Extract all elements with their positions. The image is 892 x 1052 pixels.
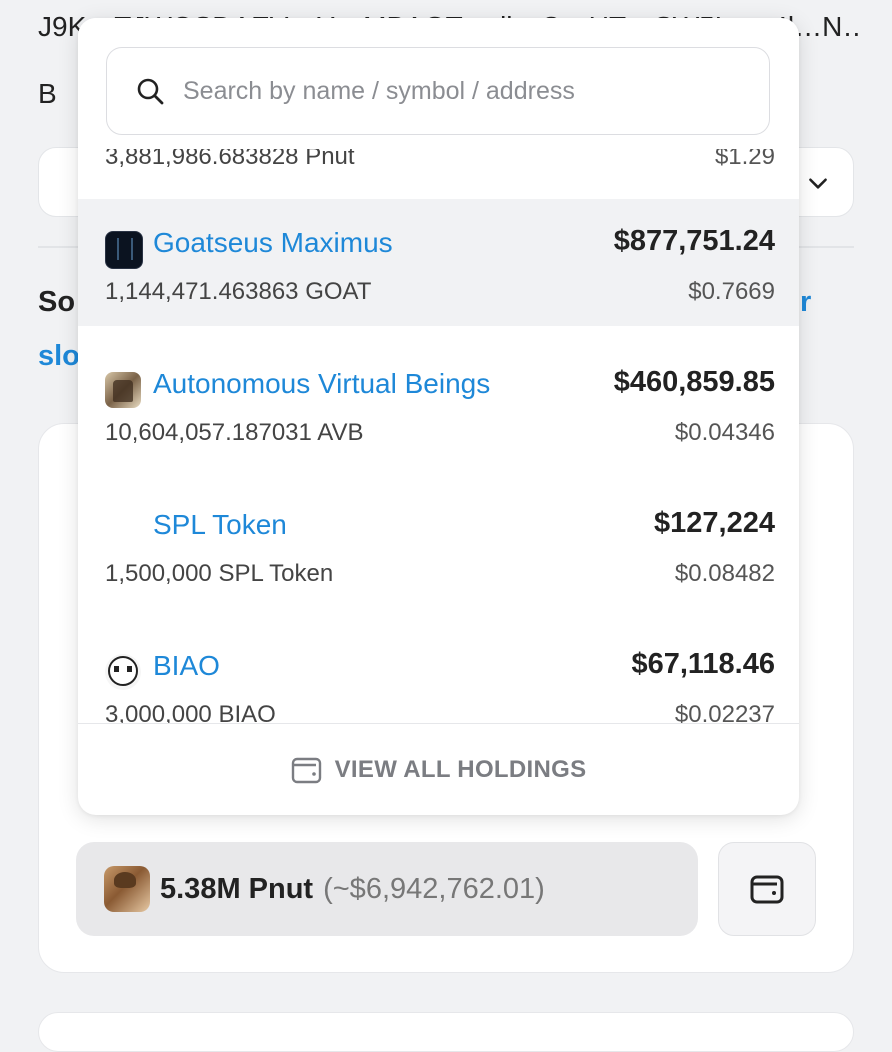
view-all-label: VIEW ALL HOLDINGS [334, 755, 587, 783]
token-value: $127,224 [654, 507, 775, 539]
chevron-down-icon [809, 178, 827, 189]
token-price: $0.08482 [674, 560, 775, 587]
balance-amount: 5.38M Pnut [160, 872, 314, 905]
section-right-link[interactable]: r [800, 286, 811, 319]
biao-logo-icon [105, 654, 141, 690]
token-qty: 3,000,000 BIAO [105, 701, 276, 723]
goat-logo-icon [105, 231, 143, 269]
token-qty: 10,604,057.187031 AVB [105, 419, 364, 446]
token-row-goat[interactable]: Goatseus Maximus $877,751.24 1,144,471.4… [78, 199, 799, 326]
token-select-dropdown: 3,881,986.683828 Pnut $1.29 Goatseus Max… [78, 18, 799, 815]
section-label: So [38, 286, 76, 318]
token-balance-button[interactable]: 5.38M Pnut (~$6,942,762.01) [76, 842, 698, 936]
search-icon [137, 78, 164, 105]
token-price: $0.02237 [674, 701, 775, 723]
search-input[interactable] [181, 75, 769, 107]
avb-logo-icon [105, 372, 141, 408]
token-name[interactable]: Goatseus Maximus [153, 227, 393, 259]
balance-usd-value: (~$6,942,762.01) [323, 872, 545, 905]
wallet-icon [750, 875, 784, 904]
token-value: $460,859.85 [613, 366, 775, 398]
token-name[interactable]: BIAO [153, 650, 220, 682]
section-link[interactable]: slo [38, 340, 80, 373]
token-row-spl[interactable]: SPL Token $127,224 1,500,000 SPL Token $… [78, 481, 799, 608]
view-all-holdings-button[interactable]: VIEW ALL HOLDINGS [78, 724, 799, 815]
token-name[interactable]: SPL Token [153, 509, 287, 541]
next-card [38, 1012, 854, 1052]
wallet-button[interactable] [718, 842, 816, 936]
token-qty: 1,500,000 SPL Token [105, 560, 334, 587]
pnut-token-icon [104, 866, 150, 912]
token-value: $67,118.46 [631, 648, 775, 680]
token-row-biao[interactable]: BIAO $67,118.46 3,000,000 BIAO $0.02237 [78, 622, 799, 723]
token-price: $0.7669 [688, 278, 775, 305]
token-qty: 1,144,471.463863 GOAT [105, 278, 372, 305]
token-price: $0.04346 [674, 419, 775, 446]
wallet-icon [291, 757, 321, 783]
token-value: $877,751.24 [613, 225, 775, 257]
token-name[interactable]: Autonomous Virtual Beings [153, 368, 490, 400]
search-box[interactable] [106, 47, 770, 135]
wallet-address-line-2: B [38, 78, 57, 109]
token-row-avb[interactable]: Autonomous Virtual Beings $460,859.85 10… [78, 340, 799, 467]
